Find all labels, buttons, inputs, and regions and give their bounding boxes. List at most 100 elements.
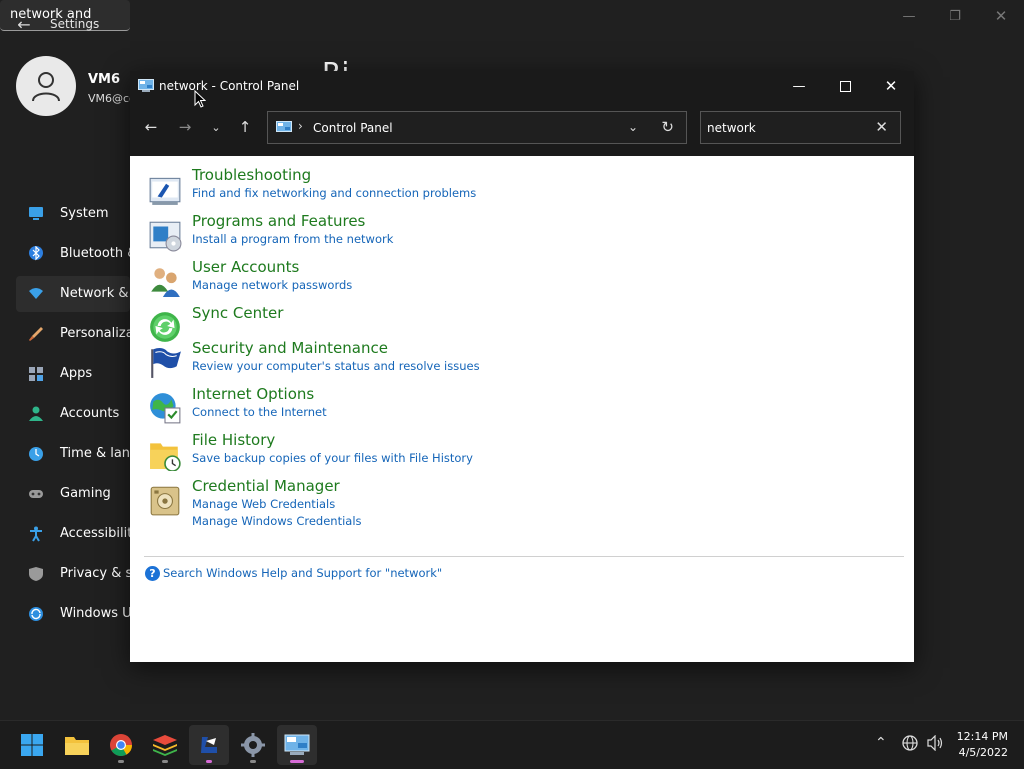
sidebar-item-windows[interactable]: Windows Update [16,596,130,632]
navigation-bar: ← → ⌄ ↑ › Control Panel ⌄ ↻ network ✕ [130,101,914,156]
running-indicator [290,760,304,763]
user-accounts-icon[interactable] [148,264,182,298]
breadcrumb[interactable]: Control Panel [313,121,393,135]
sidebar-item-accessibility[interactable]: Accessibility [16,516,130,552]
update-icon [29,607,43,621]
result-title[interactable]: Security and Maintenance [192,339,388,357]
result-title[interactable]: Programs and Features [192,212,365,230]
person-icon [29,406,43,421]
settings-button[interactable] [233,725,273,765]
maximize-button[interactable] [822,71,868,101]
back-arrow-icon[interactable]: ← [138,114,164,140]
forward-arrow-icon[interactable]: → [172,114,198,140]
result-title[interactable]: Internet Options [192,385,314,403]
result-link[interactable]: Connect to the Internet [192,405,327,419]
security-flag-icon[interactable] [148,345,182,379]
wifi-icon [29,288,43,299]
control-panel-window: network - Control Panel — ✕ ← → ⌄ ↑ › Co… [130,71,914,662]
running-indicator [206,760,212,763]
app-button[interactable] [189,725,229,765]
sidebar-item-label: Accounts [60,406,120,421]
user-name: VM6 [88,72,121,87]
start-icon [21,734,43,756]
settings-search-value: network and [10,7,92,22]
window-title: network - Control Panel [159,79,300,93]
start-button[interactable] [12,725,52,765]
sync-center-icon[interactable] [148,310,182,344]
close-button[interactable]: ✕ [868,71,914,101]
sidebar-item-personalization[interactable]: Personalization [16,316,130,352]
clear-search-icon[interactable]: ✕ [875,118,888,136]
troubleshooting-icon[interactable] [148,172,182,206]
result-link[interactable]: Manage Windows Credentials [192,514,362,528]
running-indicator [162,760,168,763]
result-title[interactable]: Credential Manager [192,477,340,495]
sidebar-item-label: Bluetooth & devices [60,246,130,261]
gamepad-icon [29,490,43,498]
clock-time: 12:14 PM [956,730,1008,743]
sidebar-item-time[interactable]: Time & language [16,436,130,472]
result-link[interactable]: Find and fix networking and connection p… [192,186,476,200]
bluestacks-icon [153,735,177,756]
sidebar-item-gaming[interactable]: Gaming [16,476,130,512]
refresh-icon[interactable]: ↻ [661,118,674,136]
recent-locations-chevron-icon[interactable]: ⌄ [203,114,229,140]
control-panel-button[interactable] [277,725,317,765]
taskbar: ⌃ 12:14 PM 4/5/2022 [0,720,1024,769]
file-explorer-button[interactable] [57,725,97,765]
chrome-button[interactable] [101,725,141,765]
credential-manager-icon[interactable] [148,483,182,517]
running-indicator [250,760,256,763]
network-globe-icon[interactable] [902,735,918,755]
sidebar-item-label: Gaming [60,486,111,501]
user-email: VM6@contoso.com [88,92,130,105]
address-dropdown-icon[interactable]: ⌄ [628,120,638,134]
user-icon [32,72,60,102]
close-button[interactable]: ✕ [986,6,1016,26]
sidebar-item-apps[interactable]: Apps [16,356,130,392]
search-value: network [707,121,756,135]
result-link[interactable]: Install a program from the network [192,232,393,246]
system-clock[interactable]: 12:14 PM 4/5/2022 [957,729,1008,761]
internet-options-icon[interactable] [148,391,182,425]
result-link[interactable]: Manage network passwords [192,278,352,292]
sidebar-item-label: Apps [60,366,93,381]
up-arrow-icon[interactable]: ↑ [232,114,258,140]
result-title[interactable]: Troubleshooting [192,166,311,184]
result-title[interactable]: User Accounts [192,258,299,276]
volume-icon[interactable] [927,734,944,755]
sidebar-item-label: Personalization [60,326,130,341]
title-bar[interactable]: network - Control Panel — ✕ [130,71,914,101]
file-history-icon[interactable] [148,437,182,471]
address-bar[interactable]: › Control Panel ⌄ ↻ [267,111,687,144]
minimize-button[interactable]: — [894,6,924,26]
help-link-text[interactable]: Search Windows Help and Support for "net… [163,566,442,580]
control-panel-icon [284,734,310,755]
show-hidden-icons-chevron-icon[interactable]: ⌃ [875,735,887,751]
result-link[interactable]: Save backup copies of your files with Fi… [192,451,473,465]
control-panel-icon [138,79,154,92]
sidebar-item-accounts[interactable]: Accounts [16,396,130,432]
divider [144,556,904,557]
sidebar-item-label: Privacy & security [60,566,130,581]
sidebar-item-bluetooth[interactable]: Bluetooth & devices [16,236,130,272]
sidebar-item-system[interactable]: System [16,196,130,232]
avatar [16,56,76,116]
control-panel-icon [276,121,292,132]
programs-features-icon[interactable] [148,218,182,252]
search-input[interactable]: network ✕ [700,111,901,144]
app-icon [201,737,217,753]
result-title[interactable]: File History [192,431,275,449]
settings-icon [241,733,265,757]
sidebar-item-network[interactable]: Network & internet [16,276,130,312]
result-title[interactable]: Sync Center [192,304,283,322]
sidebar-item-label: Accessibility [60,526,130,541]
minimize-button[interactable]: — [776,71,822,101]
bluestacks-button[interactable] [145,725,185,765]
brush-icon [29,327,43,341]
sidebar-item-privacy[interactable]: Privacy & security [16,556,130,592]
result-link[interactable]: Review your computer's status and resolv… [192,359,480,373]
restore-button[interactable]: ❐ [940,6,970,26]
accessibility-icon [30,526,42,542]
result-link[interactable]: Manage Web Credentials [192,497,335,511]
